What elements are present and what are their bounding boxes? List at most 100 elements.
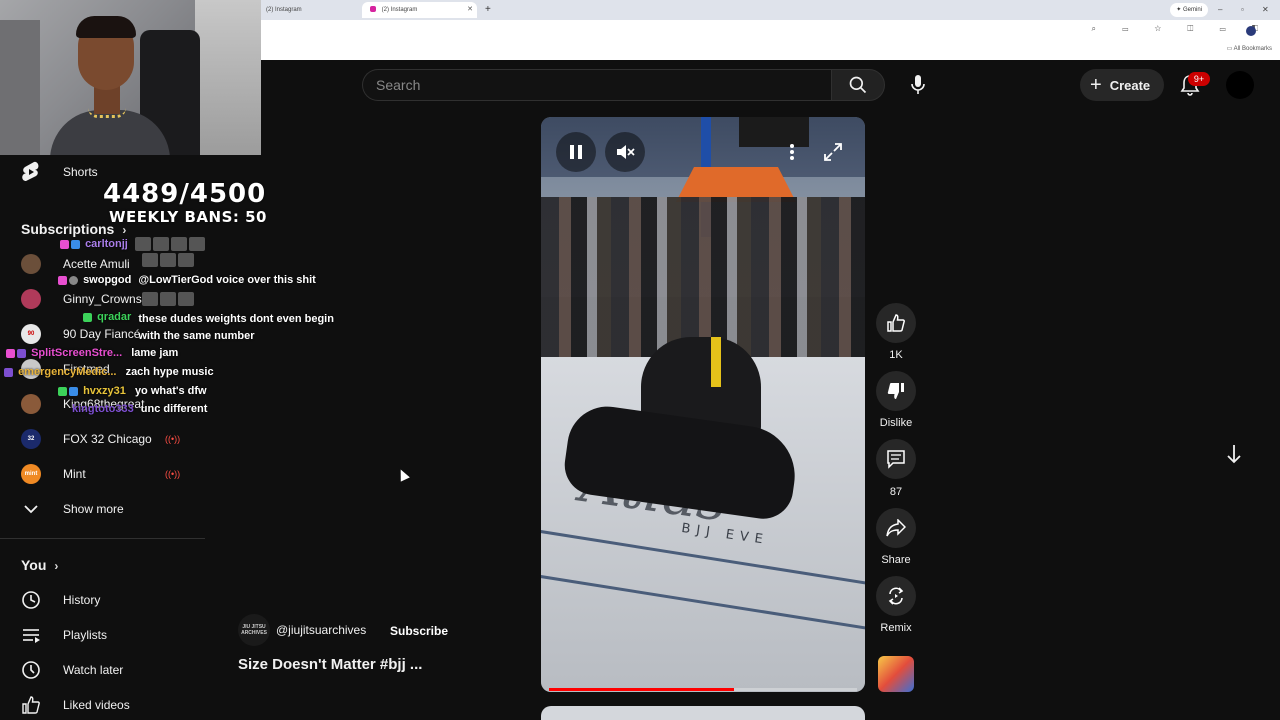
create-label: Create	[1109, 77, 1151, 93]
history-icon	[20, 589, 42, 611]
dislike-button[interactable]	[876, 371, 916, 411]
video-title[interactable]: Size Doesn't Matter #bjj ...	[238, 656, 422, 673]
search-box	[362, 69, 831, 101]
search-button[interactable]	[831, 69, 885, 101]
channel-avatar: 32	[20, 428, 42, 450]
show-more-label: Show more	[63, 502, 124, 516]
thumbs-up-icon	[887, 314, 905, 332]
webcam-shelf	[0, 20, 40, 155]
close-window-icon[interactable]: ✕	[1262, 2, 1269, 18]
subscribe-button[interactable]: Subscribe	[380, 616, 458, 646]
browser-profile-avatar[interactable]	[1246, 26, 1256, 36]
chat-username: carltonjj	[85, 237, 128, 250]
subscription-label: Ginny_Crowns	[63, 292, 142, 306]
sidebar-item-watch-later[interactable]: Watch later	[0, 653, 205, 687]
chat-username: swopgod	[83, 274, 132, 286]
pause-icon	[570, 145, 582, 159]
chat-text: @LowTierGod voice over this shit	[138, 274, 316, 286]
sidebar-item-liked-videos[interactable]: Liked videos	[0, 688, 205, 720]
chat-badge-icon	[58, 386, 67, 396]
sidebar-divider	[0, 538, 205, 539]
chat-text: lame jam	[131, 347, 179, 359]
screen: (2) Instagram ✕ (2) Instagram ✕ + ✦ Gemi…	[0, 0, 1280, 720]
mouse-cursor	[396, 467, 410, 482]
emote-icon	[178, 253, 194, 267]
all-bookmarks-link[interactable]: ▭ All Bookmarks	[1227, 45, 1272, 52]
chat-text: these dudes weights dont even begin with…	[138, 313, 334, 342]
sidebar-subscription[interactable]: 32 FOX 32 Chicago ((•))	[0, 422, 205, 456]
minimize-icon[interactable]: –	[1218, 2, 1222, 18]
remix-button[interactable]	[876, 576, 916, 616]
progress-fill	[549, 688, 734, 691]
voice-search-button[interactable]	[900, 67, 936, 103]
remix-label: Remix	[880, 622, 912, 634]
you-heading[interactable]: You ›	[21, 557, 58, 573]
sound-thumbnail[interactable]	[878, 656, 914, 692]
sidebar-item-label: Shorts	[63, 165, 98, 179]
browser-tab[interactable]: (2) Instagram ✕	[258, 2, 373, 18]
subscriptions-heading-label: Subscriptions	[21, 221, 115, 237]
video-scene-belt	[711, 337, 721, 387]
account-avatar[interactable]	[1226, 71, 1254, 99]
share-button[interactable]	[876, 508, 916, 548]
extension-icons[interactable]: ⌕ ▭ ☆ ◫ ▭ ◧	[1092, 24, 1270, 34]
channel-avatar[interactable]: JIU JITSU ARCHIVES	[238, 614, 270, 646]
chat-message: emergencyMedic... zach hype music	[4, 366, 214, 378]
next-video-button[interactable]	[1216, 436, 1252, 472]
chat-badge-icon	[69, 386, 78, 396]
gemini-button[interactable]: ✦ Gemini	[1170, 3, 1208, 17]
comment-icon	[887, 450, 905, 469]
show-more-button[interactable]: Show more	[0, 492, 205, 526]
chat-badge-icon	[60, 239, 69, 249]
close-tab-icon[interactable]: ✕	[467, 2, 473, 18]
subscription-label: Mint	[63, 467, 86, 481]
like-button[interactable]	[876, 303, 916, 343]
emote-icon	[142, 253, 158, 267]
mute-button[interactable]	[605, 132, 645, 172]
sidebar-subscription[interactable]: mint Mint ((•))	[0, 457, 205, 491]
pause-button[interactable]	[556, 132, 596, 172]
create-button[interactable]: + Create	[1080, 69, 1164, 101]
search-icon	[849, 76, 867, 94]
fullscreen-button[interactable]	[818, 137, 848, 167]
channel-avatar	[20, 288, 42, 310]
new-tab-button[interactable]: +	[485, 2, 491, 18]
share-icon	[886, 519, 906, 537]
sidebar-item-label: History	[63, 593, 101, 607]
search-input[interactable]	[376, 70, 816, 100]
chat-badge-icon	[58, 275, 67, 285]
chat-badge-icon	[83, 312, 92, 322]
chat-username: kingtoto333	[72, 403, 134, 415]
chat-text: yo what's dfw	[134, 385, 207, 397]
chat-badge-icon	[69, 275, 78, 285]
channel-avatar	[20, 393, 42, 415]
chat-message: hvxzy31 yo what's dfw	[58, 385, 207, 397]
subscription-label: FOX 32 Chicago	[63, 432, 152, 446]
more-options-button[interactable]	[777, 137, 807, 167]
chevron-down-icon	[20, 498, 42, 520]
comments-button[interactable]	[876, 439, 916, 479]
expand-icon	[824, 143, 842, 161]
webcam-person-chain	[88, 108, 126, 118]
subscription-label: Acette Amuli	[63, 257, 130, 271]
sidebar-item-playlists[interactable]: Playlists	[0, 618, 205, 652]
weekly-bans-counter: WEEKLY BANS: 50	[109, 208, 267, 226]
comment-count: 87	[889, 486, 903, 498]
browser-tab-active[interactable]: (2) Instagram ✕	[362, 2, 477, 18]
chat-badge-icon	[4, 367, 13, 377]
sidebar-item-label: Liked videos	[63, 698, 130, 712]
channel-handle[interactable]: @jiujitsuarchives	[276, 623, 366, 637]
restore-icon[interactable]: ▫	[1241, 2, 1244, 18]
chat-message: SplitScreenStre... lame jam	[6, 347, 178, 359]
chat-username: SplitScreenStre...	[31, 347, 123, 359]
sidebar-item-history[interactable]: History	[0, 583, 205, 617]
next-video-preview[interactable]	[541, 706, 865, 720]
chat-username: qradar	[97, 311, 132, 323]
watch-later-icon	[20, 659, 42, 681]
dislike-label: Dislike	[879, 417, 913, 429]
playlists-icon	[20, 624, 42, 646]
emote-icon	[134, 237, 151, 251]
gemini-label: Gemini	[1182, 7, 1202, 13]
shorts-video-player[interactable]: Atlas BJJ EVE	[541, 117, 865, 692]
chevron-right-icon: ›	[54, 559, 59, 573]
